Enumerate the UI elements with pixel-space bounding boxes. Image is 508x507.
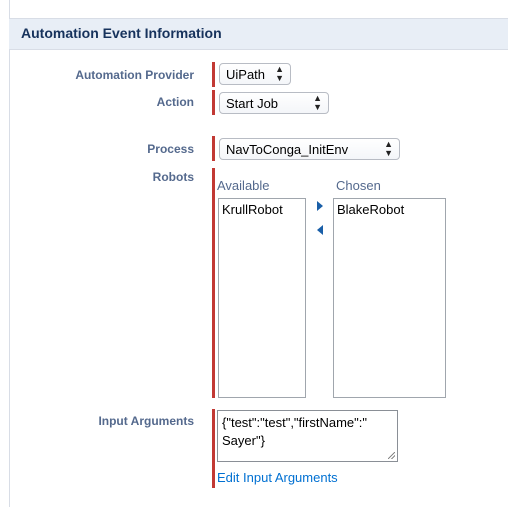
section-title: Automation Event Information bbox=[21, 25, 222, 41]
edit-input-arguments-link[interactable]: Edit Input Arguments bbox=[217, 470, 338, 485]
available-robots-list[interactable]: KrullRobot bbox=[218, 198, 306, 398]
list-item[interactable]: KrullRobot bbox=[222, 202, 302, 217]
provider-select-value: UiPath bbox=[226, 66, 266, 82]
resize-handle-icon[interactable] bbox=[388, 452, 395, 459]
action-label: Action bbox=[156, 95, 194, 109]
select-arrows-icon: ▲ ▼ bbox=[384, 139, 393, 158]
required-indicator bbox=[212, 90, 215, 115]
select-arrows-icon: ▲ ▼ bbox=[275, 64, 284, 83]
input-arguments-textarea[interactable]: {"test":"test","firstName":" Sayer"} bbox=[217, 410, 398, 462]
input-arguments-line2: Sayer"} bbox=[222, 433, 265, 448]
action-select-value: Start Job bbox=[226, 95, 279, 111]
process-label: Process bbox=[147, 142, 194, 156]
select-arrows-icon: ▲ ▼ bbox=[313, 93, 322, 112]
chosen-header: Chosen bbox=[336, 178, 381, 193]
required-indicator bbox=[212, 136, 215, 161]
required-indicator bbox=[212, 409, 215, 488]
available-header: Available bbox=[217, 178, 270, 193]
list-item[interactable]: BlakeRobot bbox=[337, 202, 442, 217]
process-select[interactable]: NavToConga_InitEnv ▲ ▼ bbox=[219, 138, 400, 160]
move-left-icon[interactable] bbox=[317, 225, 323, 235]
required-indicator bbox=[212, 62, 215, 87]
required-indicator bbox=[212, 168, 215, 398]
section-header: Automation Event Information bbox=[9, 18, 508, 50]
input-arguments-line1: {"test":"test","firstName":" bbox=[222, 415, 368, 430]
chosen-robots-list[interactable]: BlakeRobot bbox=[333, 198, 446, 398]
move-right-icon[interactable] bbox=[317, 201, 323, 211]
input-arguments-label: Input Arguments bbox=[98, 414, 194, 428]
provider-select[interactable]: UiPath ▲ ▼ bbox=[219, 63, 291, 85]
action-select[interactable]: Start Job ▲ ▼ bbox=[219, 92, 329, 114]
provider-label: Automation Provider bbox=[75, 68, 194, 82]
process-select-value: NavToConga_InitEnv bbox=[226, 141, 349, 157]
robots-label: Robots bbox=[152, 170, 194, 184]
